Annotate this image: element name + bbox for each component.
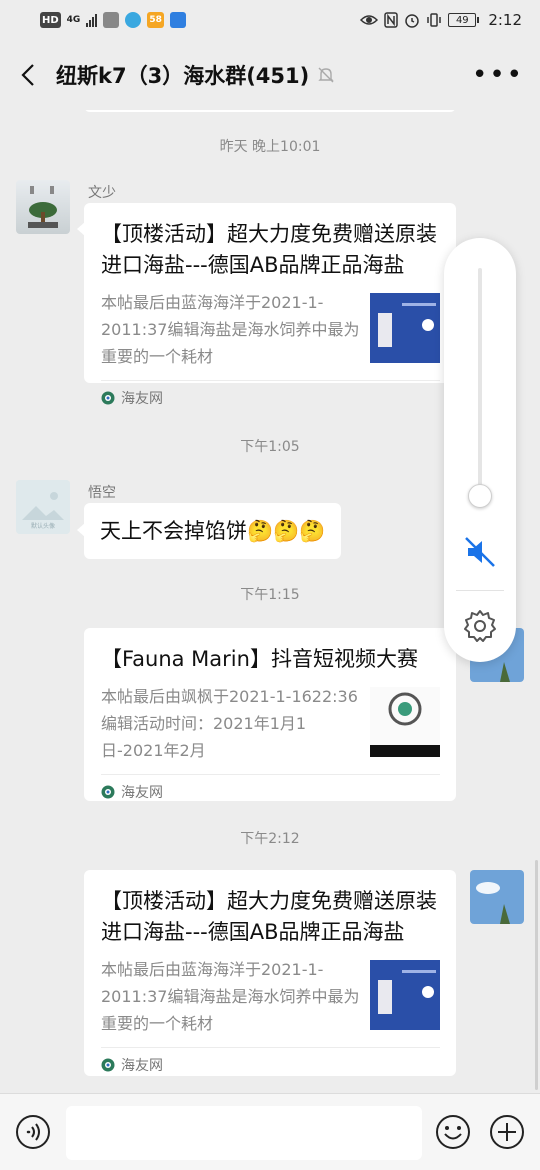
chat-header: 纽斯k7（3）海水群(451) ••• bbox=[0, 40, 540, 110]
source-name: 海友网 bbox=[121, 390, 163, 407]
signal-icon bbox=[86, 13, 98, 27]
card-body: 本帖最后由蓝海海洋于2021-1-2011:37编辑海盐是海水饲养中最为重要的一… bbox=[101, 956, 440, 1037]
my-avatar[interactable] bbox=[470, 870, 524, 924]
input-bar bbox=[0, 1093, 540, 1170]
sender-name: 文少 bbox=[88, 185, 116, 201]
card-thumbnail bbox=[370, 293, 440, 363]
card-description: 本帖最后由飒枫于2021-1-1622:36编辑活动时间：2021年1月1日-2… bbox=[101, 687, 358, 760]
voice-icon[interactable] bbox=[15, 1114, 51, 1150]
card-thumbnail bbox=[370, 687, 440, 757]
battery-level: 49 bbox=[455, 14, 469, 26]
card-title: 【Fauna Marin】抖音短视频大赛 bbox=[101, 647, 418, 671]
card-source: 海友网 bbox=[101, 380, 440, 414]
scrollbar[interactable] bbox=[535, 860, 538, 1090]
app-badge-icon: 58 bbox=[147, 12, 164, 28]
nfc-icon bbox=[384, 12, 399, 28]
card-thumbnail bbox=[370, 960, 440, 1030]
eye-icon bbox=[360, 15, 379, 25]
source-name: 海友网 bbox=[121, 784, 163, 801]
hd-indicator: HD bbox=[40, 12, 61, 28]
text-message[interactable]: 天上不会掉馅饼🤔🤔🤔 bbox=[84, 503, 342, 559]
timestamp: 昨天 晚上10:01 bbox=[219, 139, 321, 155]
mute-icon bbox=[317, 65, 337, 85]
alarm-icon bbox=[405, 14, 420, 28]
battery-icon: 49 bbox=[448, 13, 480, 27]
chat-title: 纽斯k7（3）海水群(451) bbox=[56, 64, 310, 88]
card-source: 海友网 bbox=[101, 774, 440, 808]
status-time: 2:12 bbox=[488, 11, 522, 29]
app-notification-icon bbox=[103, 12, 120, 28]
status-right: 49 2:12 bbox=[360, 11, 522, 29]
avatar[interactable]: 默认头像 bbox=[16, 480, 70, 534]
status-bar: HD 4G 58 49 2:12 bbox=[0, 0, 540, 40]
speaker-mute-icon[interactable] bbox=[462, 534, 498, 570]
plus-icon[interactable] bbox=[489, 1114, 525, 1150]
avatar-placeholder-text: 默认头像 bbox=[31, 522, 55, 530]
card-body: 本帖最后由蓝海海洋于2021-1-2011:37编辑海盐是海水饲养中最为重要的一… bbox=[101, 289, 440, 370]
source-logo-icon bbox=[101, 1058, 115, 1071]
avatar[interactable] bbox=[16, 180, 70, 234]
back-icon[interactable] bbox=[16, 63, 40, 87]
network-type: 4G bbox=[66, 15, 81, 25]
card-description: 本帖最后由蓝海海洋于2021-1-2011:37编辑海盐是海水饲养中最为重要的一… bbox=[101, 960, 360, 1033]
link-card[interactable]: 【Fauna Marin】抖音短视频大赛 本帖最后由飒枫于2021-1-1622… bbox=[84, 628, 456, 801]
source-name: 海友网 bbox=[121, 1057, 163, 1074]
message-input[interactable] bbox=[66, 1106, 422, 1160]
more-icon[interactable]: ••• bbox=[472, 62, 524, 88]
status-left: HD 4G 58 bbox=[40, 12, 186, 28]
source-logo-icon bbox=[101, 391, 115, 404]
card-source: 海友网 bbox=[101, 1047, 440, 1081]
settings-icon[interactable] bbox=[462, 608, 498, 644]
volume-panel bbox=[444, 238, 516, 662]
volume-slider[interactable] bbox=[478, 268, 482, 508]
link-card[interactable]: 【顶楼活动】超大力度免费赠送原装进口海盐---德国AB品牌正品海盐 本帖最后由蓝… bbox=[84, 870, 456, 1076]
card-title: 【顶楼活动】超大力度免费赠送原装进口海盐---德国AB品牌正品海盐 bbox=[101, 889, 437, 944]
source-logo-icon bbox=[101, 785, 115, 798]
card-description: 本帖最后由蓝海海洋于2021-1-2011:37编辑海盐是海水饲养中最为重要的一… bbox=[101, 293, 360, 366]
volume-divider bbox=[456, 590, 504, 591]
browser-notification-icon bbox=[169, 12, 186, 28]
link-card[interactable]: 【顶楼活动】超大力度免费赠送原装进口海盐---德国AB品牌正品海盐 本帖最后由蓝… bbox=[84, 203, 456, 407]
volume-knob[interactable] bbox=[468, 484, 492, 508]
card-title: 【顶楼活动】超大力度免费赠送原装进口海盐---德国AB品牌正品海盐 bbox=[101, 222, 437, 277]
card-body: 本帖最后由飒枫于2021-1-1622:36编辑活动时间：2021年1月1日-2… bbox=[101, 683, 440, 764]
timestamp: 下午2:12 bbox=[240, 831, 300, 847]
vibrate-icon bbox=[427, 13, 442, 27]
chat-notification-icon bbox=[125, 12, 142, 28]
emoji-icon[interactable] bbox=[435, 1114, 471, 1150]
previous-message-stub bbox=[84, 110, 456, 112]
sender-name: 悟空 bbox=[88, 485, 116, 501]
